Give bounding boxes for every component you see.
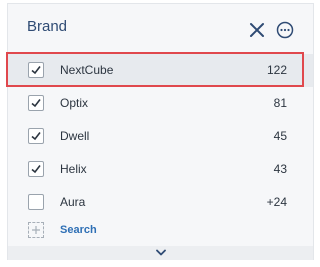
checkbox-nextcube[interactable] <box>28 62 44 78</box>
brand-filter-panel: Brand NextCube 122 Optix 81 Dwell 45 Hel… <box>7 3 314 260</box>
list-item-label: Dwell <box>60 129 90 143</box>
brand-list: NextCube 122 Optix 81 Dwell 45 Helix 43 … <box>8 54 313 219</box>
list-item-optix[interactable]: Optix 81 <box>8 87 313 120</box>
list-item-aura[interactable]: Aura +24 <box>8 186 313 219</box>
checkbox-aura[interactable] <box>28 194 44 210</box>
more-options-icon[interactable] <box>276 21 294 39</box>
search-link[interactable]: Search <box>8 221 313 243</box>
list-item-helix[interactable]: Helix 43 <box>8 153 313 186</box>
list-item-count: +24 <box>266 195 287 209</box>
expand-footer[interactable] <box>8 246 313 260</box>
panel-header: Brand <box>8 4 313 46</box>
search-label: Search <box>60 224 97 236</box>
checkmark-icon <box>31 66 41 75</box>
list-item-dwell[interactable]: Dwell 45 <box>8 120 313 153</box>
checkbox-helix[interactable] <box>28 161 44 177</box>
list-item-count: 43 <box>273 162 287 176</box>
list-item-label: Optix <box>60 96 89 110</box>
list-item-count: 81 <box>273 96 287 110</box>
checkmark-icon <box>31 99 41 108</box>
checkbox-optix[interactable] <box>28 95 44 111</box>
list-item-label: Aura <box>60 195 86 209</box>
list-item-count: 122 <box>266 63 287 77</box>
dashed-plus-icon <box>28 222 44 238</box>
list-item-label: NextCube <box>60 63 114 77</box>
checkbox-dwell[interactable] <box>28 128 44 144</box>
list-item-nextcube[interactable]: NextCube 122 <box>8 54 313 87</box>
checkmark-icon <box>31 132 41 141</box>
checkmark-icon <box>31 165 41 174</box>
panel-title: Brand <box>27 18 68 35</box>
chevron-down-icon <box>156 249 166 256</box>
list-item-count: 45 <box>273 129 287 143</box>
close-icon[interactable] <box>248 21 266 39</box>
list-item-label: Helix <box>60 162 87 176</box>
